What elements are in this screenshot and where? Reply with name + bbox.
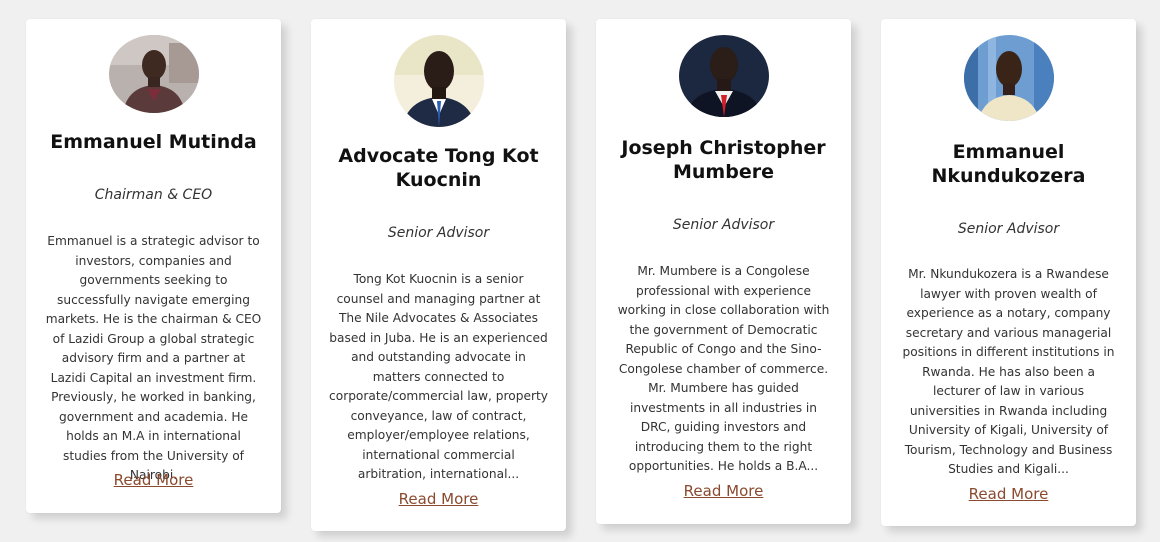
read-more-link[interactable]: Read More (26, 471, 281, 489)
member-bio: Tong Kot Kuocnin is a senior counsel and… (329, 272, 548, 481)
team-card: Joseph Christopher Mumbere Senior Adviso… (596, 19, 851, 524)
member-bio: Mr. Mumbere is a Congolese professional … (617, 264, 830, 473)
member-name: Joseph Christopher Mumbere (621, 137, 826, 183)
team-card: Emmanuel Mutinda Chairman & CEO Emmanuel… (26, 19, 281, 513)
member-bio: Mr. Nkundukozera is a Rwandese lawyer wi… (902, 267, 1115, 476)
person-photo-icon (678, 35, 769, 117)
member-role: Senior Advisor (387, 225, 490, 241)
member-bio: Emmanuel is a strategic advisor to inves… (45, 234, 262, 482)
member-name: Emmanuel Mutinda (50, 131, 257, 153)
person-photo-icon (108, 35, 199, 113)
read-more-link[interactable]: Read More (881, 485, 1136, 503)
person-photo-icon (963, 35, 1054, 121)
member-role: Chairman & CEO (94, 187, 213, 203)
avatar-photo (678, 35, 769, 117)
avatar-photo (108, 35, 199, 113)
avatar-photo (963, 35, 1054, 121)
team-card: Emmanuel Nkundukozera Senior Advisor Mr.… (881, 19, 1136, 526)
member-role: Senior Advisor (957, 221, 1060, 237)
avatar-photo (393, 35, 484, 127)
read-more-link[interactable]: Read More (311, 490, 566, 508)
member-name: Advocate Tong Kot Kuocnin (338, 145, 539, 191)
member-name: Emmanuel Nkundukozera (931, 141, 1086, 187)
person-photo-icon (393, 35, 484, 127)
team-card: Advocate Tong Kot Kuocnin Senior Advisor… (311, 19, 566, 531)
member-role: Senior Advisor (672, 217, 775, 233)
read-more-link[interactable]: Read More (596, 482, 851, 500)
